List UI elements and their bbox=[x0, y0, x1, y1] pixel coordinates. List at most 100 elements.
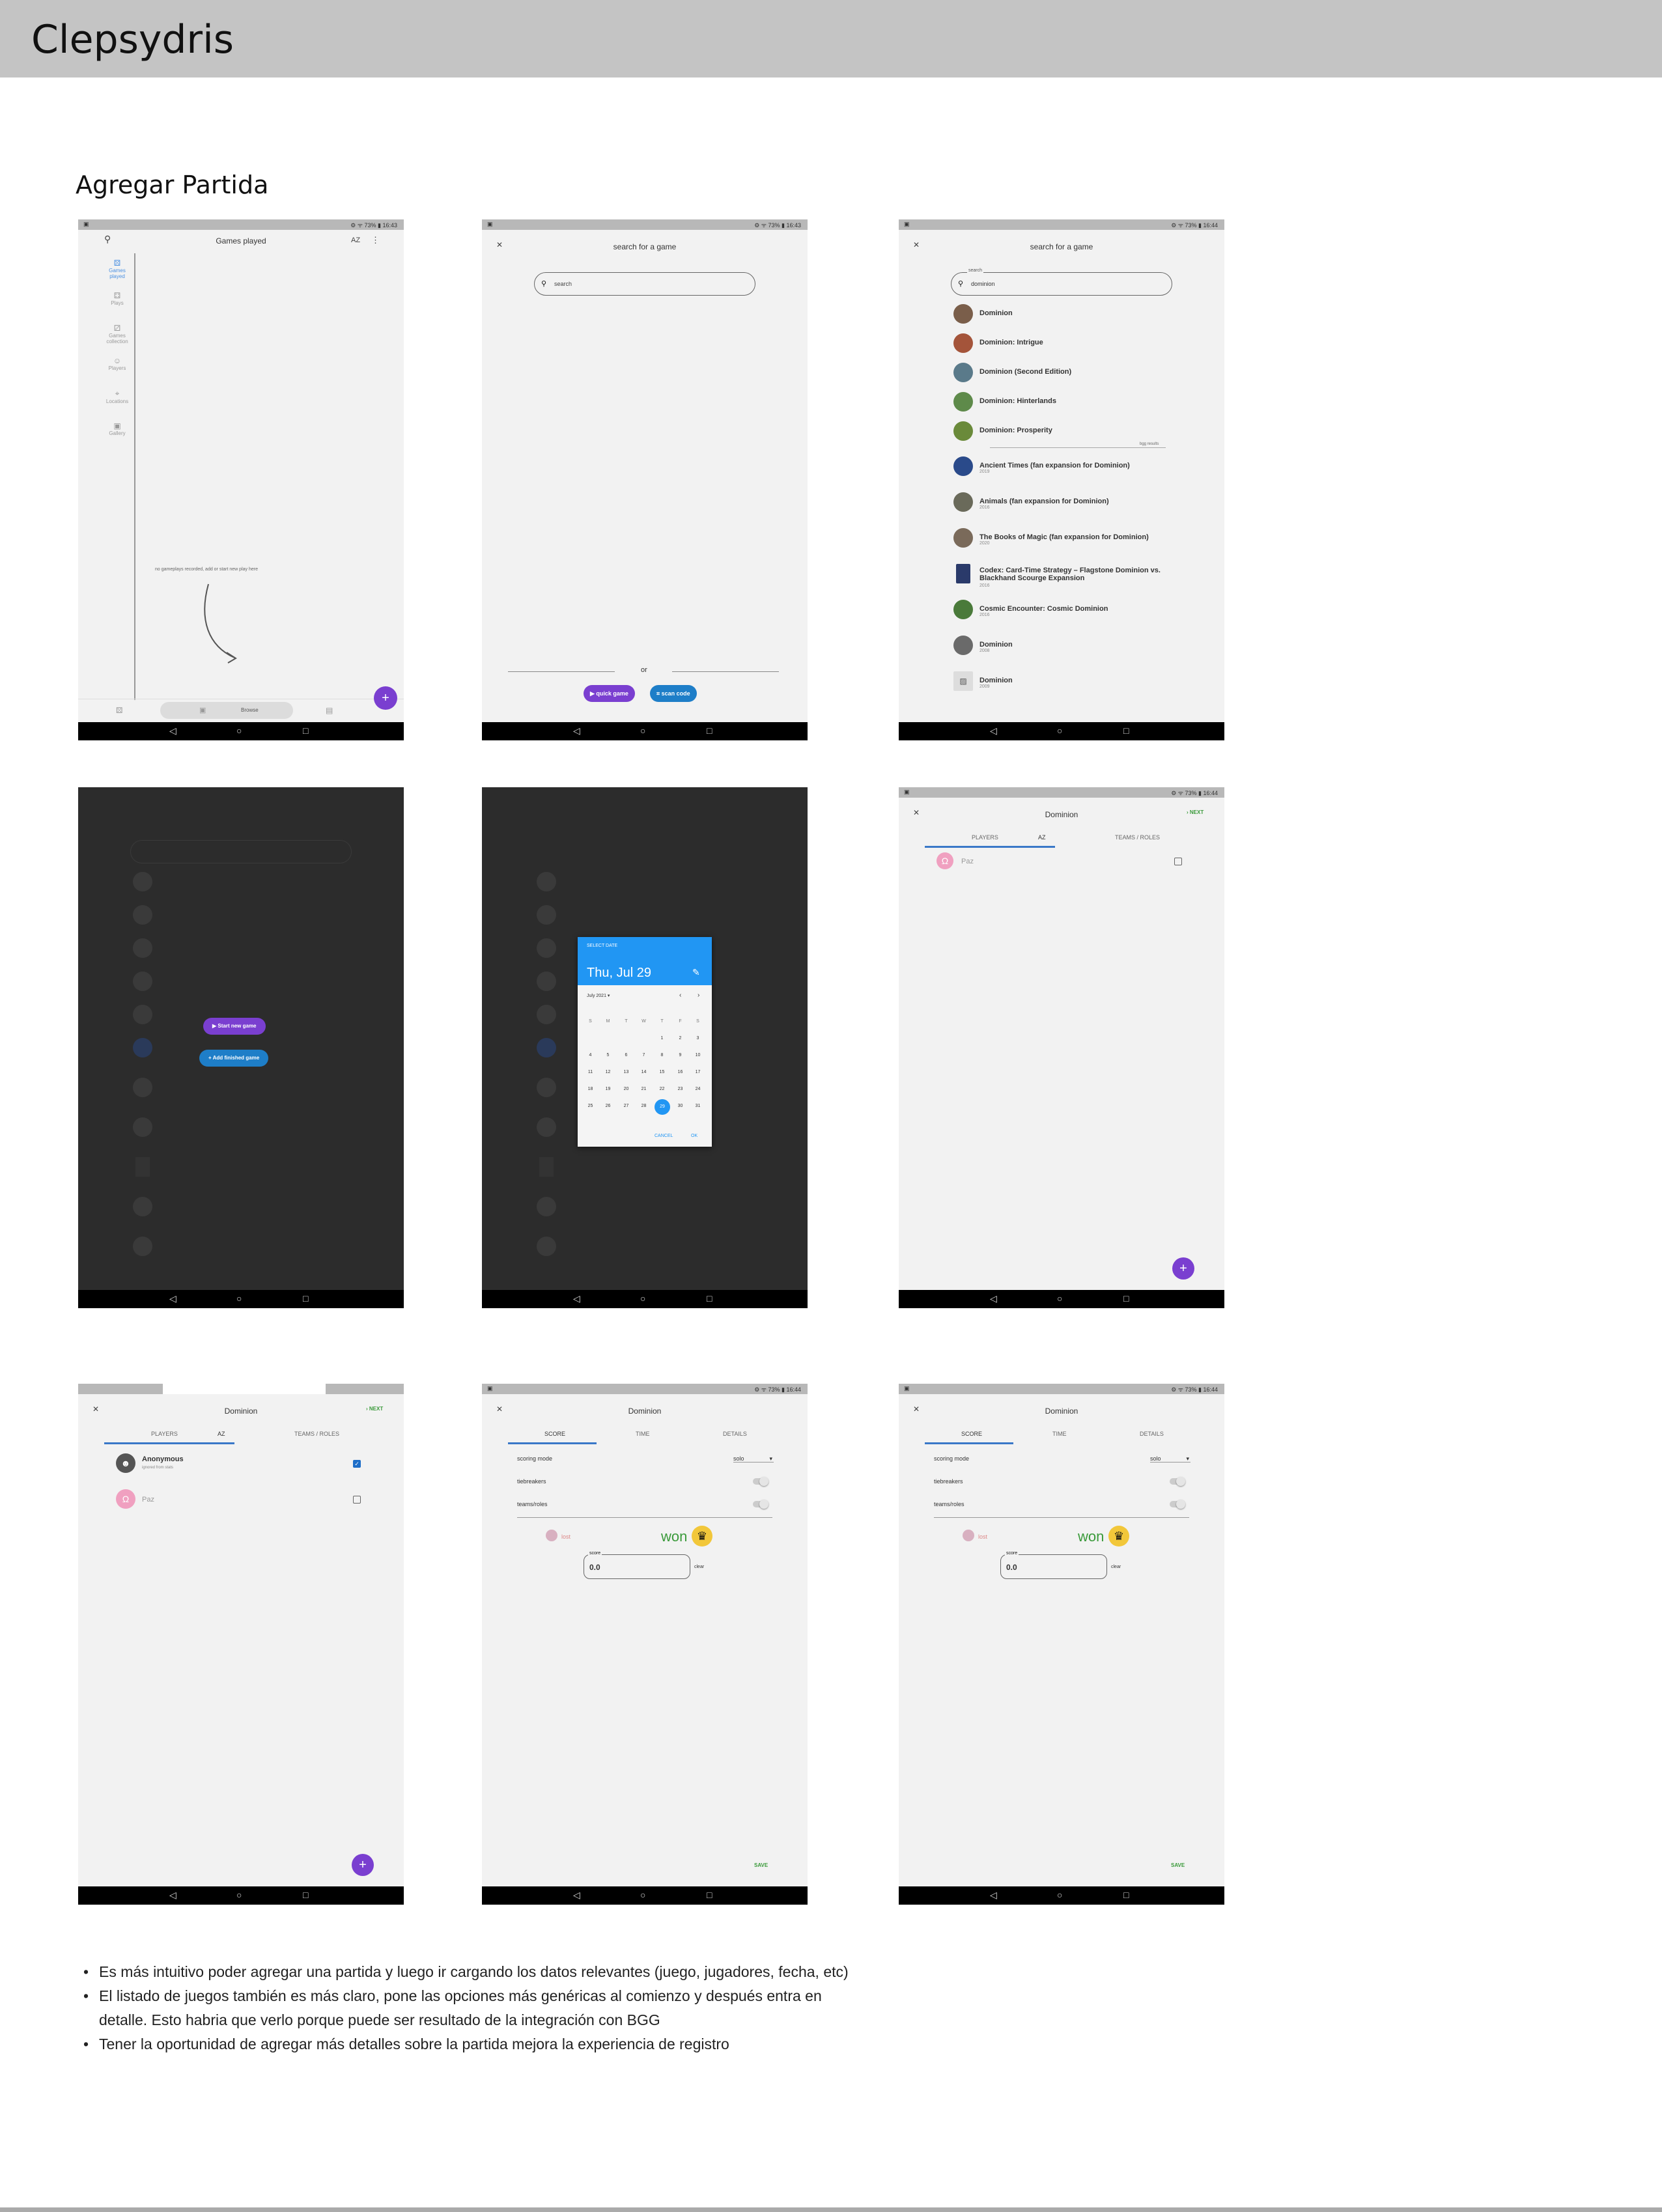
day-cell[interactable]: 6 bbox=[617, 1053, 635, 1057]
day-cell[interactable]: 13 bbox=[617, 1070, 635, 1074]
player-checkbox[interactable] bbox=[353, 1496, 361, 1504]
day-cell[interactable]: 20 bbox=[617, 1087, 635, 1091]
day-cell[interactable]: 5 bbox=[599, 1053, 617, 1057]
nav-back-icon[interactable]: ◁ bbox=[573, 725, 580, 736]
tab-details[interactable]: DETAILS bbox=[1140, 1431, 1164, 1437]
rail-item-games-played[interactable]: ⚄ Games played bbox=[104, 259, 130, 291]
list-item[interactable]: Codex: Card-Time Strategy – Flagstone Do… bbox=[953, 560, 1214, 596]
nav-home-icon[interactable]: ○ bbox=[1057, 725, 1062, 736]
next-button[interactable]: › NEXT bbox=[1187, 809, 1204, 815]
list-item[interactable]: Dominion bbox=[953, 300, 1214, 329]
day-cell[interactable]: 9 bbox=[671, 1053, 689, 1057]
nav-back-icon[interactable]: ◁ bbox=[990, 725, 997, 736]
add-finished-game-button[interactable]: + Add finished game bbox=[199, 1050, 269, 1067]
nav-back-icon[interactable]: ◁ bbox=[169, 725, 176, 736]
rail-item-games-collection[interactable]: ⚂ Games collection bbox=[104, 324, 130, 356]
rail-item-gallery[interactable]: ▣ Gallery bbox=[104, 421, 130, 454]
add-player-fab[interactable]: + bbox=[352, 1854, 374, 1876]
nav-recent-icon[interactable]: □ bbox=[303, 725, 308, 736]
nav-recent-icon[interactable]: □ bbox=[303, 1293, 308, 1304]
nav-home-icon[interactable]: ○ bbox=[640, 725, 645, 736]
nav-back-icon[interactable]: ◁ bbox=[990, 1890, 997, 1901]
next-month-icon[interactable]: › bbox=[697, 992, 699, 999]
save-button[interactable]: SAVE bbox=[754, 1862, 768, 1868]
day-cell[interactable]: 8 bbox=[653, 1053, 671, 1057]
cancel-button[interactable]: CANCEL bbox=[655, 1134, 673, 1138]
day-cell[interactable]: 22 bbox=[653, 1087, 671, 1091]
nav-back-icon[interactable]: ◁ bbox=[990, 1293, 997, 1304]
teams-roles-toggle[interactable] bbox=[1170, 1500, 1185, 1509]
tiebreakers-toggle[interactable] bbox=[753, 1477, 768, 1486]
day-cell[interactable]: 16 bbox=[671, 1070, 689, 1074]
teams-roles-toggle[interactable] bbox=[753, 1500, 768, 1509]
day-cell[interactable]: 23 bbox=[671, 1087, 689, 1091]
player-checkbox-checked[interactable]: ✓ bbox=[353, 1460, 361, 1468]
tab-players[interactable]: PLAYERS bbox=[151, 1431, 178, 1437]
tab-players[interactable]: PLAYERS bbox=[972, 834, 998, 841]
rail-item-players[interactable]: ☺ Players bbox=[104, 356, 130, 389]
tab-teams-roles[interactable]: TEAMS / ROLES bbox=[1115, 834, 1160, 841]
selected-day-cell[interactable]: 29 bbox=[655, 1099, 670, 1115]
lost-label[interactable]: lost bbox=[978, 1533, 987, 1540]
lost-label[interactable]: lost bbox=[561, 1533, 570, 1540]
nav-home-icon[interactable]: ○ bbox=[1057, 1293, 1062, 1304]
day-cell[interactable]: 14 bbox=[635, 1070, 653, 1074]
quick-game-button[interactable]: ▶ quick game bbox=[584, 685, 635, 702]
day-cell[interactable]: 28 bbox=[635, 1104, 653, 1108]
day-cell[interactable]: 24 bbox=[689, 1087, 707, 1091]
day-cell[interactable]: 25 bbox=[582, 1104, 599, 1108]
scoring-mode-select[interactable]: solo ▾ bbox=[1150, 1455, 1190, 1463]
day-cell[interactable]: 12 bbox=[599, 1070, 617, 1074]
nav-back-icon[interactable]: ◁ bbox=[573, 1293, 580, 1304]
add-fab-button[interactable]: + bbox=[374, 686, 397, 710]
nav-home-icon[interactable]: ○ bbox=[640, 1890, 645, 1900]
list-item[interactable]: The Books of Magic (fan expansion for Do… bbox=[953, 524, 1214, 560]
day-cell[interactable]: 30 bbox=[671, 1104, 689, 1108]
start-new-game-button[interactable]: ▶ Start new game bbox=[203, 1018, 266, 1035]
nav-back-icon[interactable]: ◁ bbox=[573, 1890, 580, 1901]
score-input[interactable]: score 0.0 bbox=[584, 1551, 690, 1579]
more-menu-icon[interactable]: ⋮ bbox=[371, 235, 380, 245]
day-cell[interactable]: 15 bbox=[653, 1070, 671, 1074]
day-cell[interactable]: 26 bbox=[599, 1104, 617, 1108]
list-item[interactable]: Dominion: Intrigue bbox=[953, 329, 1214, 359]
prev-month-icon[interactable]: ‹ bbox=[679, 992, 681, 999]
nav-home-icon[interactable]: ○ bbox=[1057, 1890, 1062, 1900]
tab-sort-az[interactable]: AZ bbox=[218, 1431, 225, 1437]
search-input[interactable]: ⚲ search bbox=[534, 272, 755, 296]
list-item[interactable]: ▨ Dominion 2009 bbox=[953, 667, 1214, 703]
tab-time[interactable]: TIME bbox=[1052, 1431, 1067, 1437]
list-item[interactable]: Animals (fan expansion for Dominion) 2016 bbox=[953, 488, 1214, 524]
player-checkbox[interactable] bbox=[1174, 858, 1182, 865]
bottom-gallery-icon[interactable]: ▤ bbox=[326, 706, 333, 715]
scoring-mode-select[interactable]: solo ▾ bbox=[733, 1455, 774, 1463]
day-cell[interactable]: 31 bbox=[689, 1104, 707, 1108]
list-item[interactable]: Ancient Times (fan expansion for Dominio… bbox=[953, 453, 1214, 488]
tiebreakers-toggle[interactable] bbox=[1170, 1477, 1185, 1486]
nav-home-icon[interactable]: ○ bbox=[236, 1293, 242, 1304]
month-selector[interactable]: July 2021 ▾ bbox=[587, 993, 610, 998]
tab-time[interactable]: TIME bbox=[636, 1431, 650, 1437]
browse-tab[interactable]: ▣ Browse bbox=[160, 702, 293, 719]
nav-home-icon[interactable]: ○ bbox=[640, 1293, 645, 1304]
day-cell[interactable]: 2 bbox=[671, 1036, 689, 1041]
nav-recent-icon[interactable]: □ bbox=[707, 1293, 712, 1304]
day-cell[interactable]: 4 bbox=[582, 1053, 599, 1057]
rail-item-locations[interactable]: ⌖ Locations bbox=[104, 389, 130, 421]
next-button[interactable]: › NEXT bbox=[366, 1406, 383, 1412]
nav-back-icon[interactable]: ◁ bbox=[169, 1890, 176, 1901]
nav-recent-icon[interactable]: □ bbox=[1123, 1890, 1129, 1900]
nav-home-icon[interactable]: ○ bbox=[236, 725, 242, 736]
day-cell[interactable]: 17 bbox=[689, 1070, 707, 1074]
nav-recent-icon[interactable]: □ bbox=[303, 1890, 308, 1900]
save-button[interactable]: SAVE bbox=[1171, 1862, 1185, 1868]
won-label[interactable]: won bbox=[1078, 1528, 1104, 1545]
sort-az-button[interactable]: AZ bbox=[351, 236, 360, 244]
day-cell[interactable]: 11 bbox=[582, 1070, 599, 1074]
day-cell[interactable]: 19 bbox=[599, 1087, 617, 1091]
nav-home-icon[interactable]: ○ bbox=[236, 1890, 242, 1900]
day-cell[interactable]: 3 bbox=[689, 1036, 707, 1041]
tab-score[interactable]: SCORE bbox=[544, 1431, 565, 1437]
tab-score[interactable]: SCORE bbox=[961, 1431, 982, 1437]
clear-button[interactable]: clear bbox=[694, 1565, 704, 1569]
